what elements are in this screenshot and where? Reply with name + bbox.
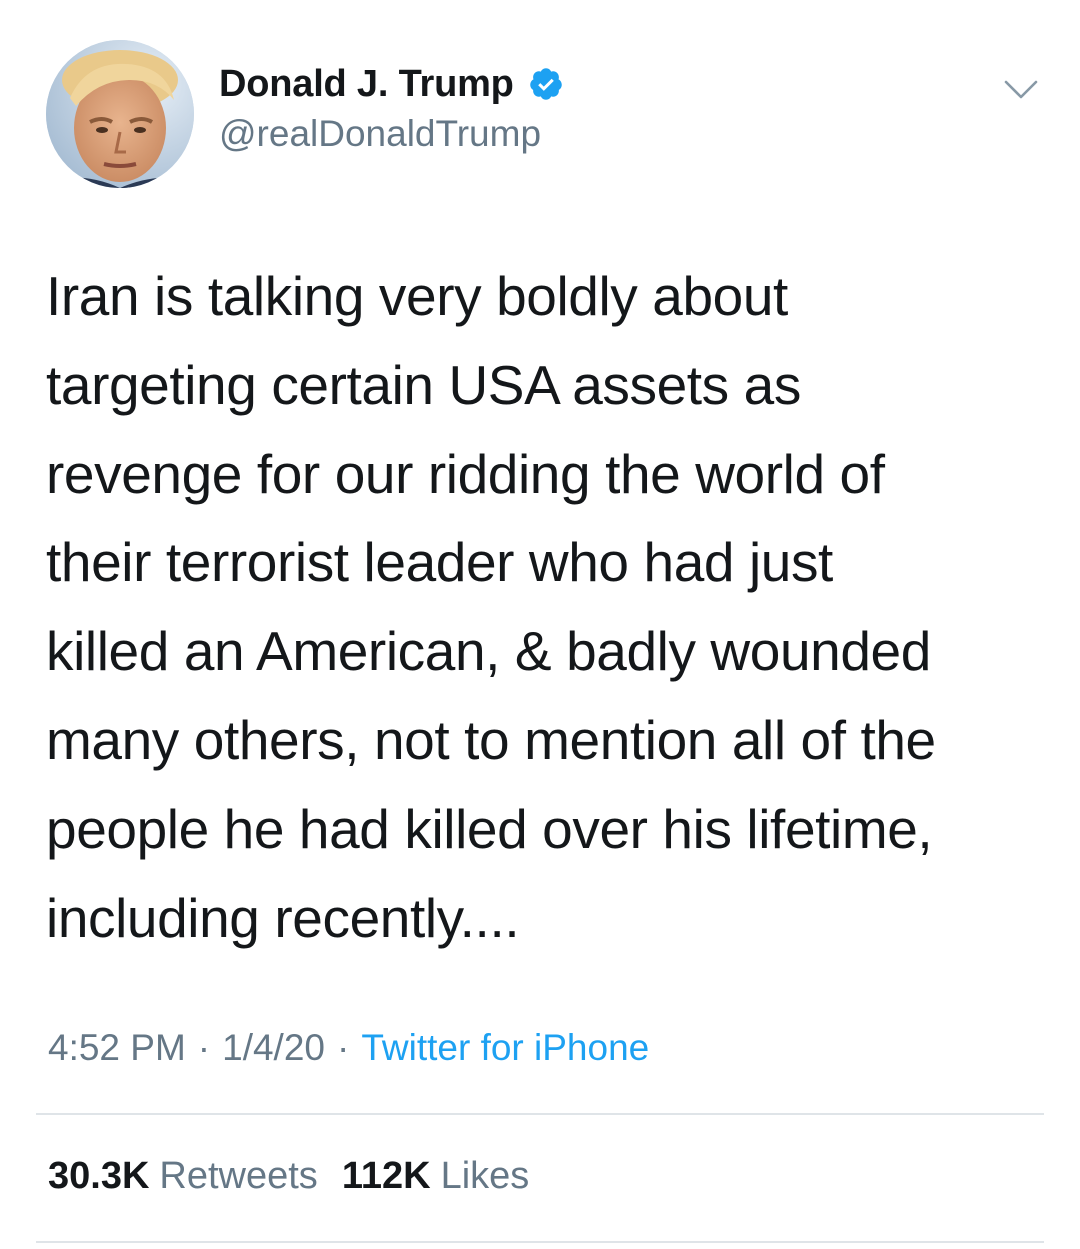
tweet-text-line: killed an American, & badly wounded — [46, 620, 931, 683]
retweets-count: 30.3K — [48, 1155, 150, 1197]
tweet-date[interactable]: 1/4/20 — [222, 1027, 325, 1068]
tweet-meta: 4:52 PM · 1/4/20 · Twitter for iPhone — [48, 1027, 649, 1069]
tweet-text-line: people he had killed over his lifetime, — [46, 797, 933, 860]
tweet-text-line: targeting certain USA assets as — [46, 353, 801, 416]
tweet-card: Donald J. Trump @realDonaldTrump Iran is… — [0, 0, 1080, 1249]
tweet-text: Iran is talking very boldly about target… — [46, 252, 1046, 962]
display-name[interactable]: Donald J. Trump — [219, 63, 514, 106]
meta-separator: · — [337, 1027, 350, 1068]
retweets-stat[interactable]: 30.3K Retweets — [48, 1155, 318, 1197]
retweets-label: Retweets — [159, 1155, 318, 1197]
tweet-text-line: revenge for our ridding the world of — [46, 442, 885, 505]
tweet-text-line: their terrorist leader who had just — [46, 531, 833, 594]
likes-count: 112K — [341, 1155, 431, 1197]
author-name-row[interactable]: Donald J. Trump — [219, 60, 564, 108]
avatar[interactable] — [46, 40, 194, 188]
tweet-text-line: Iran is talking very boldly about — [46, 265, 788, 327]
tweet-source-link[interactable]: Twitter for iPhone — [361, 1027, 649, 1068]
meta-separator: · — [197, 1027, 211, 1068]
tweet-text-line: many others, not to mention all of the — [46, 708, 936, 771]
divider — [36, 1113, 1044, 1115]
chevron-down-icon[interactable] — [1003, 78, 1039, 102]
likes-stat[interactable]: 112K Likes — [342, 1155, 529, 1197]
verified-badge-icon — [528, 66, 564, 102]
tweet-text-line: including recently.... — [46, 886, 520, 949]
likes-label: Likes — [440, 1155, 530, 1197]
tweet-time[interactable]: 4:52 PM — [48, 1027, 186, 1068]
tweet-stats: 30.3K Retweets 112K Likes — [48, 1155, 529, 1198]
author-handle[interactable]: @realDonaldTrump — [219, 113, 541, 155]
divider — [36, 1241, 1044, 1243]
